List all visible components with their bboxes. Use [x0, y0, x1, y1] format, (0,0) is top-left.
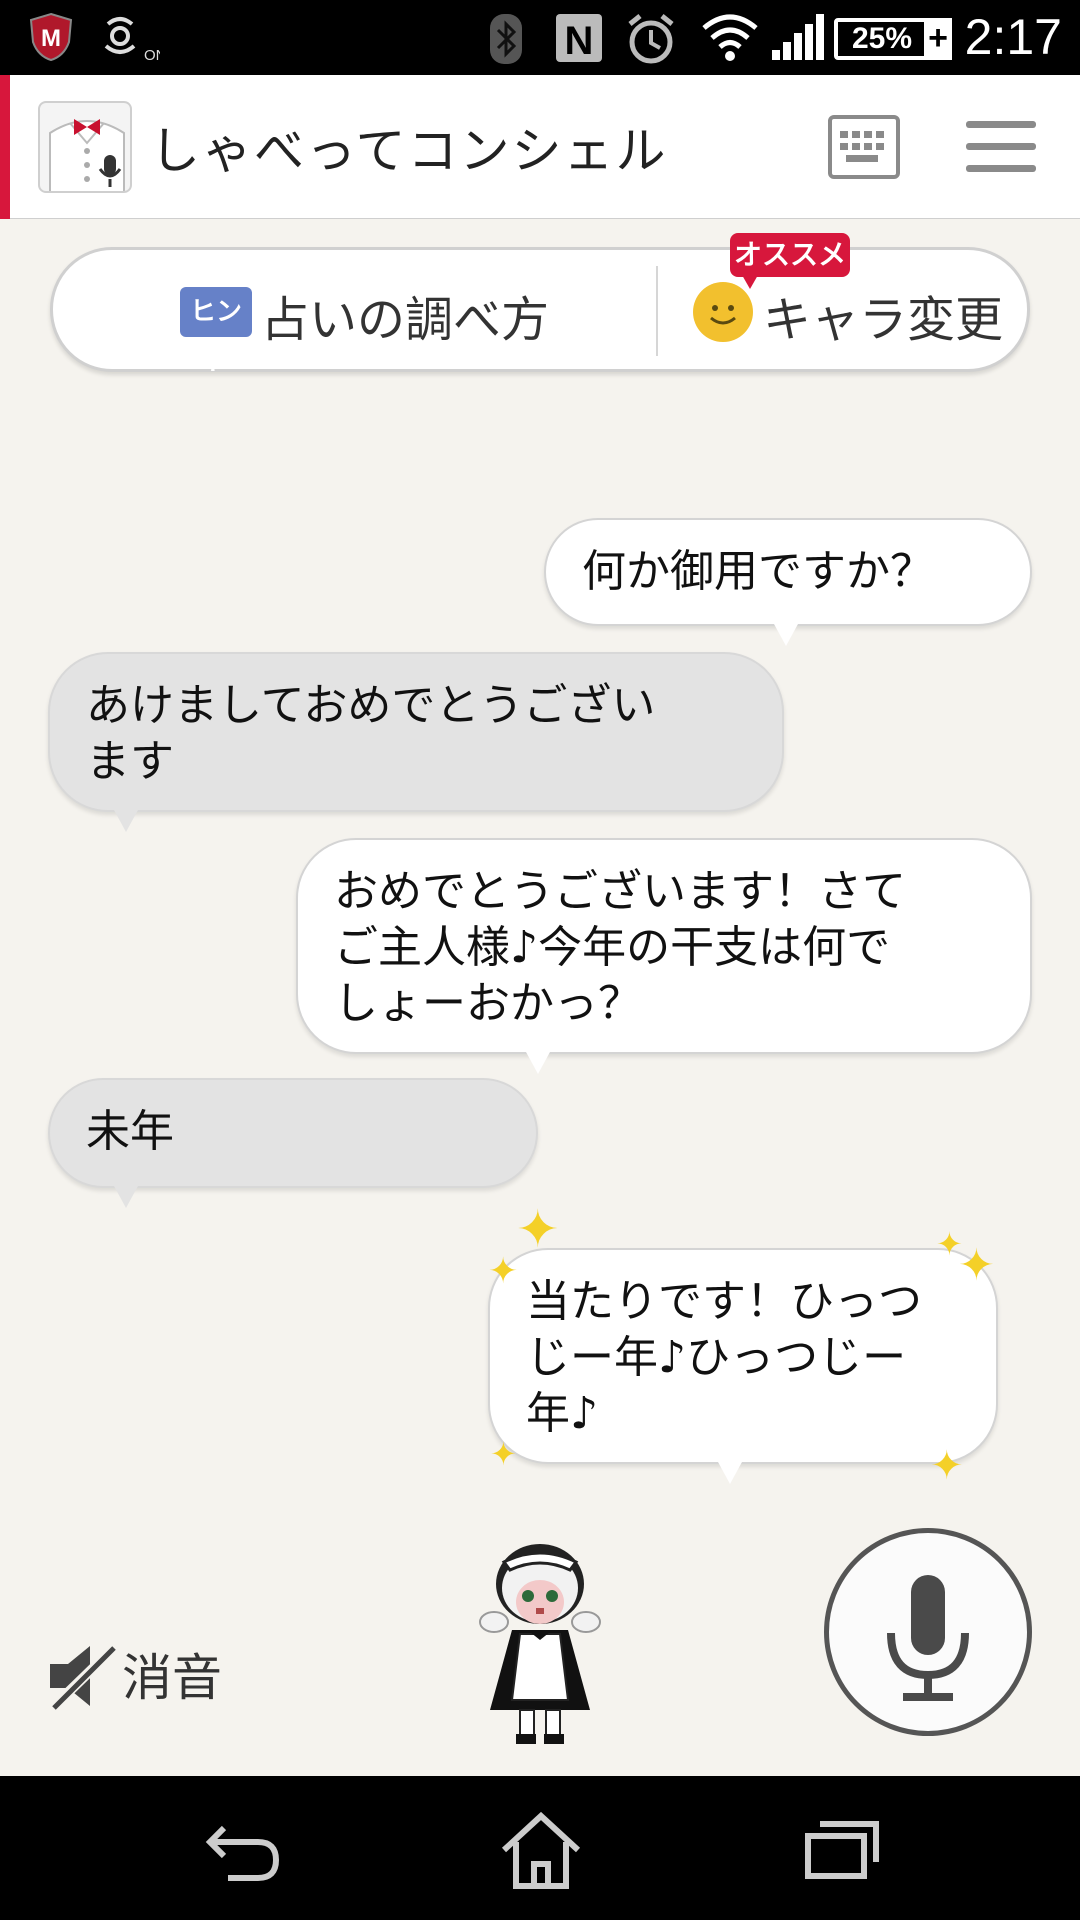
- signal-icon: [772, 14, 824, 60]
- menu-icon-bar: [966, 121, 1036, 128]
- app-logo-icon: [38, 101, 132, 193]
- home-icon: [501, 1811, 581, 1889]
- sparkle-icon: ✦: [490, 1435, 517, 1473]
- status-bar: M ON N 25% + 2:17: [0, 0, 1080, 75]
- app-title: しゃべってコンシェル: [150, 122, 668, 180]
- menu-button[interactable]: [966, 115, 1036, 177]
- battery-indicator: 25%: [834, 18, 930, 60]
- assistant-message-bubble: 当たりです！ひっつ じー年♪ひっつじー 年♪: [488, 1248, 998, 1484]
- home-button[interactable]: [496, 1810, 586, 1890]
- message-line: じー年♪ひっつじー: [526, 1332, 907, 1383]
- mute-label: 消音: [122, 1649, 222, 1707]
- muted-speaker-icon: [46, 1642, 120, 1714]
- keyboard-icon: [840, 131, 884, 162]
- message-line: ます: [86, 736, 174, 787]
- microphone-icon: [887, 1575, 969, 1701]
- message-line: 年♪: [526, 1388, 599, 1439]
- pill-divider: [656, 266, 658, 356]
- assistant-message-bubble: 何か御用ですか？: [544, 518, 1032, 646]
- hint-badge: ヒント: [180, 287, 252, 377]
- mute-button[interactable]: 消音: [46, 1638, 222, 1718]
- recent-apps-icon: [805, 1821, 879, 1879]
- message-text: 未年: [86, 1106, 174, 1157]
- fortune-hint-button[interactable]: ヒント 占いの調べ方: [53, 250, 653, 377]
- security-logo-letter: M: [41, 25, 61, 52]
- clock: 2:17: [964, 9, 1062, 65]
- battery-plus-icon: +: [924, 18, 952, 60]
- bluetooth-icon: [490, 14, 522, 64]
- message-line: あけましておめでとうござい: [86, 680, 656, 731]
- sparkle-icon: ✦: [488, 1251, 519, 1292]
- navigation-bar: [0, 1776, 1080, 1920]
- smiley-icon: [693, 282, 753, 342]
- assistant-message-bubble: おめでとうございます！さて ご主人様♪今年の干支は何で しょーおかっ？: [296, 838, 1032, 1074]
- back-button[interactable]: [198, 1810, 288, 1890]
- voice-input-button[interactable]: [824, 1528, 1032, 1736]
- nfc-letter: N: [565, 19, 594, 63]
- alarm-icon: [628, 14, 674, 64]
- header-accent-bar: [0, 75, 10, 219]
- app-header: しゃべってコンシェル: [0, 75, 1080, 219]
- keyboard-button[interactable]: [828, 115, 900, 179]
- sparkle-icon: ✦: [930, 1443, 964, 1489]
- message-line: ご主人様♪今年の干支は何で: [334, 922, 891, 973]
- nfc-icon: N: [556, 14, 602, 63]
- sync-icon: ON: [104, 17, 160, 64]
- recent-apps-button[interactable]: [796, 1810, 886, 1890]
- menu-icon-bar: [966, 143, 1036, 150]
- message-line: おめでとうございます！さて: [334, 866, 906, 917]
- user-message-bubble: あけましておめでとうござい ます: [48, 652, 784, 832]
- hint-bar: ヒント 占いの調べ方 キャラ変更: [50, 247, 1030, 377]
- security-shield-icon: M: [29, 12, 73, 62]
- hint-label: 占いの調べ方: [261, 292, 550, 348]
- user-message-bubble: 未年: [48, 1078, 538, 1208]
- sparkle-icon: ✦: [516, 1200, 560, 1260]
- message-text: 何か御用ですか？: [582, 546, 934, 597]
- sync-label: ON: [144, 47, 160, 64]
- change-character-label: キャラ変更: [763, 292, 1004, 348]
- message-line: しょーおかっ？: [334, 978, 642, 1029]
- recommend-tag: オススメ: [730, 233, 850, 289]
- sheep-maid-character[interactable]: [460, 1540, 620, 1750]
- message-line: 当たりです！ひっつ: [526, 1276, 922, 1327]
- menu-icon-bar: [966, 165, 1036, 172]
- sparkle-icon: ✦: [958, 1240, 995, 1291]
- back-icon: [205, 1825, 280, 1881]
- wifi-icon: [702, 14, 758, 61]
